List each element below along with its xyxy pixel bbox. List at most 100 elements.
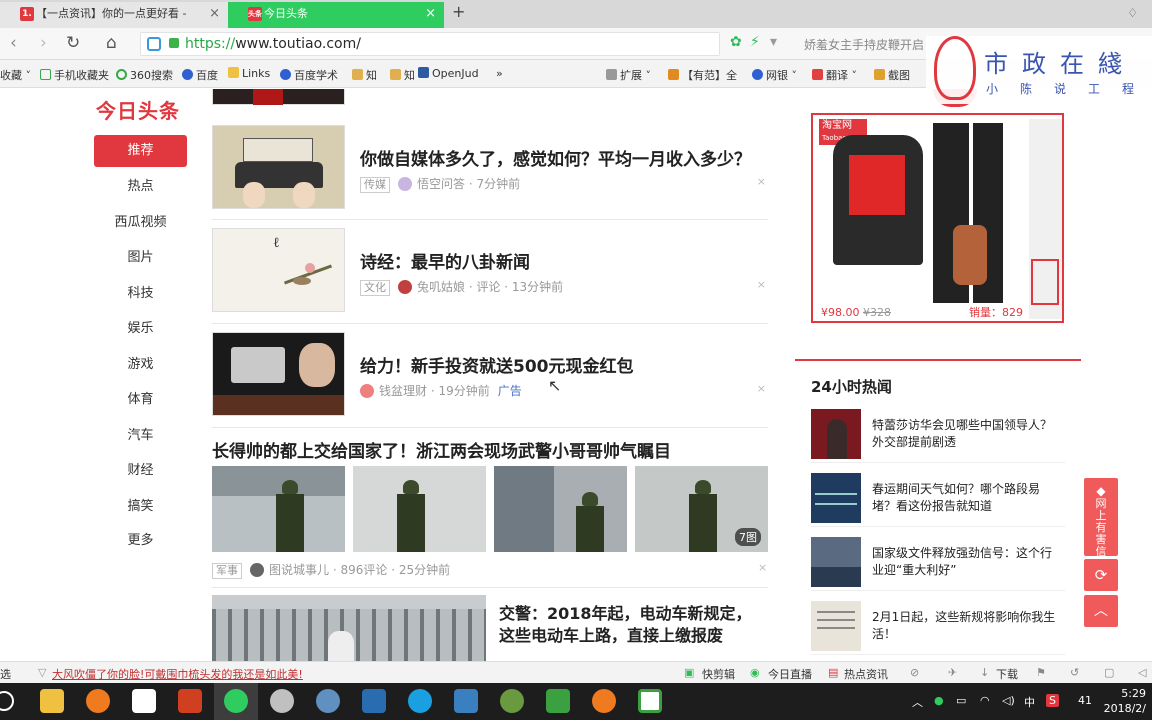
gallery-image[interactable]: 7图 (635, 466, 768, 552)
bookmark-item[interactable]: 收藏 ˅ (0, 67, 31, 83)
hot-news-image[interactable] (811, 473, 861, 523)
green-refresh-icon[interactable]: ✿ (730, 34, 742, 50)
tray-expand-icon[interactable]: ︿ (912, 694, 923, 710)
more-bookmarks[interactable]: » (496, 67, 503, 80)
search-suggestion[interactable]: 娇羞女主手持皮鞭开启 (804, 36, 924, 53)
download-button[interactable]: 下载 (996, 666, 1018, 682)
flag-icon[interactable]: ⚑ (1036, 666, 1046, 679)
nav-images[interactable]: 图片 (94, 242, 187, 274)
source-name[interactable]: 兔叽姑娘 · 评论 (417, 280, 500, 294)
source-name[interactable]: 图说城事儿 (269, 563, 329, 577)
bookmark-item[interactable]: 截图 (874, 67, 910, 83)
app-icon[interactable] (270, 689, 294, 713)
nav-entertainment[interactable]: 娱乐 (94, 313, 187, 345)
source-name[interactable]: 悟空问答 (417, 177, 465, 191)
monitor-app-icon[interactable] (454, 689, 478, 713)
feed-item[interactable]: 你做自媒体多久了，感觉如何？平均一月收入多少？ 传媒 悟空问答 · 7分钟前 × (212, 125, 768, 220)
status-news-link[interactable]: 大风吹僵了你的脸!可戴围巾梳头发的我还是如此美! (52, 666, 303, 682)
feed-title[interactable]: 你做自媒体多久了，感觉如何？平均一月收入多少？ (360, 145, 751, 170)
gallery-image[interactable] (212, 466, 345, 552)
hot-news-item[interactable]: 国家级文件释放强劲信号：这个行业迎“重大利好” (811, 537, 1065, 591)
close-tab-icon[interactable]: × (209, 2, 220, 26)
qq-browser-icon[interactable] (408, 689, 432, 713)
hot-news-text[interactable]: 2月1日起，这些新规将影响你我生活！ (872, 609, 1062, 643)
nav-finance[interactable]: 财经 (94, 455, 187, 487)
poetry-thumbnail[interactable]: ℓ (212, 228, 345, 312)
gallery-images[interactable]: 7图 (212, 466, 768, 552)
reload-icon[interactable]: ↻ (66, 33, 80, 53)
volume-icon[interactable]: ◁ (1138, 666, 1146, 679)
nav-more[interactable]: 更多 (94, 525, 187, 557)
tray-360-icon[interactable]: ● (934, 694, 944, 707)
hot-news-item[interactable]: 特蕾莎访华会见哪些中国领导人？外交部提前剧透 (811, 409, 1065, 463)
nav-tech[interactable]: 科技 (94, 278, 187, 310)
search-circle-icon[interactable] (0, 691, 14, 711)
gallery-image[interactable] (353, 466, 486, 552)
refresh-button[interactable]: ⟳ (1084, 559, 1118, 591)
firefox-icon[interactable] (86, 689, 110, 713)
hot-news-text[interactable]: 春运期间天气如何？哪个路段易堵？看这份报告就知道 (872, 481, 1062, 515)
taobao-ad[interactable]: 淘宝网 Taobao.com ¥98.00 ¥328 销量：829 (811, 113, 1064, 323)
typewriter-thumbnail[interactable] (212, 125, 345, 209)
previous-item-thumbnail[interactable] (212, 89, 345, 105)
traffic-police-thumbnail[interactable] (212, 595, 486, 661)
category-tag[interactable]: 传媒 (360, 177, 390, 193)
ime-indicator[interactable]: 中 (1024, 694, 1035, 710)
feed-title[interactable]: 交警：2018年起，电动车新规定，这些电动车上路，直接上缴报废 (499, 603, 761, 647)
nav-recommend[interactable]: 推荐 (94, 135, 187, 167)
bookmark-item[interactable]: 【有范】全 (668, 67, 737, 83)
bookmark-item[interactable]: 扩展 ˅ (606, 67, 651, 83)
source-name[interactable]: 钱盆理财 (379, 384, 427, 398)
speed-icon[interactable]: ⊘ (910, 666, 919, 679)
powerpoint-icon[interactable] (178, 689, 202, 713)
investment-ad-thumbnail[interactable] (212, 332, 345, 416)
feed-title[interactable]: 给力！新手投资就送500元现金红包 (360, 352, 634, 377)
volume-tray-icon[interactable]: ◁) (1002, 694, 1015, 707)
comment-count[interactable]: 896评论 (340, 563, 387, 577)
pin-icon[interactable]: ✈ (948, 666, 957, 679)
file-explorer-icon[interactable] (40, 689, 64, 713)
hot-news-text[interactable]: 特蕾莎访华会见哪些中国领导人？外交部提前剧透 (872, 417, 1062, 451)
ball-app-icon[interactable] (500, 689, 524, 713)
windows-store-icon[interactable] (132, 689, 156, 713)
battery-icon[interactable]: ▭ (956, 694, 966, 707)
system-clock[interactable]: 5:29 2018/2/ (1104, 686, 1146, 716)
hot-news-button[interactable]: 热点资讯 (844, 666, 888, 682)
category-tag[interactable]: 军事 (212, 563, 242, 579)
bookmark-item[interactable]: 手机收藏夹 (40, 67, 109, 83)
forward-icon[interactable]: › (40, 33, 47, 53)
history-icon[interactable]: ↺ (1070, 666, 1079, 679)
dislike-close-icon[interactable]: × (757, 382, 766, 395)
dislike-close-icon[interactable]: × (757, 175, 766, 188)
fs-app-icon[interactable] (362, 689, 386, 713)
url-input[interactable]: https://www.toutiao.com/ (140, 32, 720, 56)
dislike-close-icon[interactable]: × (757, 278, 766, 291)
nav-xigua-video[interactable]: 西瓜视频 (94, 207, 187, 239)
bookmark-item[interactable]: Links (228, 67, 270, 80)
bookmark-item[interactable]: 知 (352, 67, 377, 83)
feed-item-ad[interactable]: 给力！新手投资就送500元现金红包 钱盆理财 · 19分钟前 广告 × ↖ (212, 332, 768, 428)
camtasia-icon[interactable] (546, 689, 570, 713)
hot-news-item[interactable]: 2月1日起，这些新规将影响你我生活！ (811, 601, 1065, 655)
tab-toutiao[interactable]: 头条 今日头条 × (228, 2, 444, 28)
report-harmful-info-button[interactable]: ◆ 网上有害信息举报 (1084, 478, 1118, 594)
bookmark-item[interactable]: 翻译 ˅ (812, 67, 857, 83)
bookmark-item[interactable]: 360搜索 (116, 67, 173, 83)
window-icon[interactable]: ▢ (1104, 666, 1114, 679)
hot-news-image[interactable] (811, 601, 861, 651)
notification-count[interactable]: 41 (1078, 694, 1092, 707)
site-logo[interactable]: 今日头条 (96, 95, 180, 124)
category-tag[interactable]: 文化 (360, 280, 390, 296)
bookmark-item[interactable]: 百度学术 (280, 67, 338, 83)
close-tab-icon[interactable]: × (425, 2, 436, 26)
lightning-icon[interactable]: ⚡ (750, 34, 760, 50)
nav-games[interactable]: 游戏 (94, 349, 187, 381)
nav-cars[interactable]: 汽车 (94, 420, 187, 452)
feed-title[interactable]: 诗经：最早的八卦新闻 (360, 248, 530, 273)
paint-icon[interactable] (316, 689, 340, 713)
back-icon[interactable]: ‹ (10, 33, 17, 53)
sogou-icon[interactable]: S (1046, 694, 1059, 707)
bookmark-item[interactable]: 知 (390, 67, 415, 83)
nav-sports[interactable]: 体育 (94, 384, 187, 416)
hot-news-item[interactable]: 春运期间天气如何？哪个路段易堵？看这份报告就知道 (811, 473, 1065, 527)
